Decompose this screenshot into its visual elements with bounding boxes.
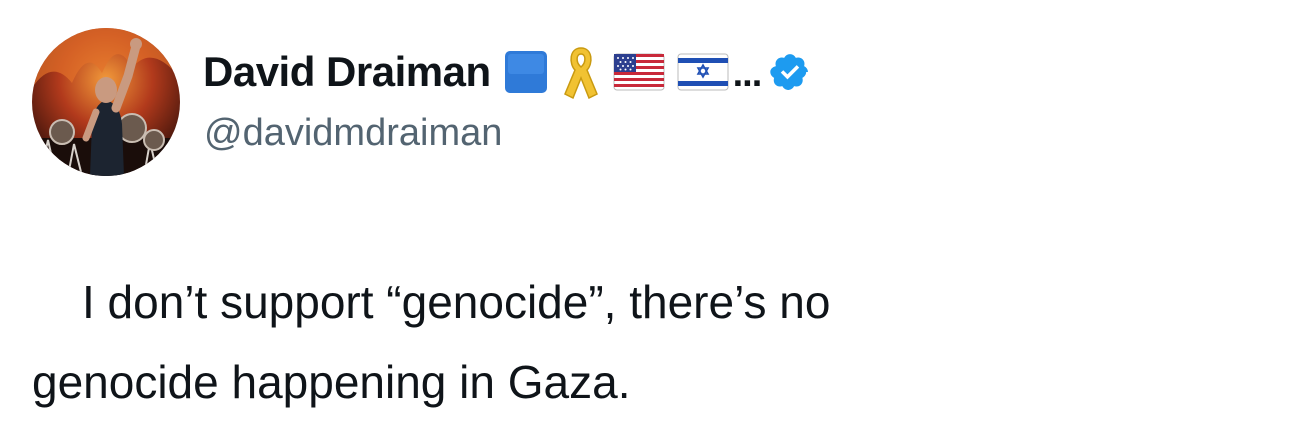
avatar[interactable]	[32, 28, 180, 176]
tweet-text-line: I don’t support “genocide”, there’s no	[32, 262, 1232, 342]
tweet-text: I don’t support “genocide”, there’s no g…	[32, 262, 1232, 422]
tweet-card[interactable]: David Draiman	[0, 0, 1290, 420]
blue-square-icon	[503, 49, 549, 95]
us-flag-icon	[613, 53, 665, 91]
verified-badge-icon[interactable]	[769, 51, 811, 93]
user-handle[interactable]: @davidmdraiman	[204, 112, 502, 155]
tweet-text-line: genocide happening in Gaza.	[32, 342, 1232, 422]
israel-flag-icon	[677, 53, 729, 91]
display-name[interactable]: David Draiman	[203, 48, 491, 96]
name-row: David Draiman	[203, 40, 811, 104]
yellow-ribbon-icon	[561, 44, 601, 100]
name-truncation: ...	[733, 53, 762, 96]
